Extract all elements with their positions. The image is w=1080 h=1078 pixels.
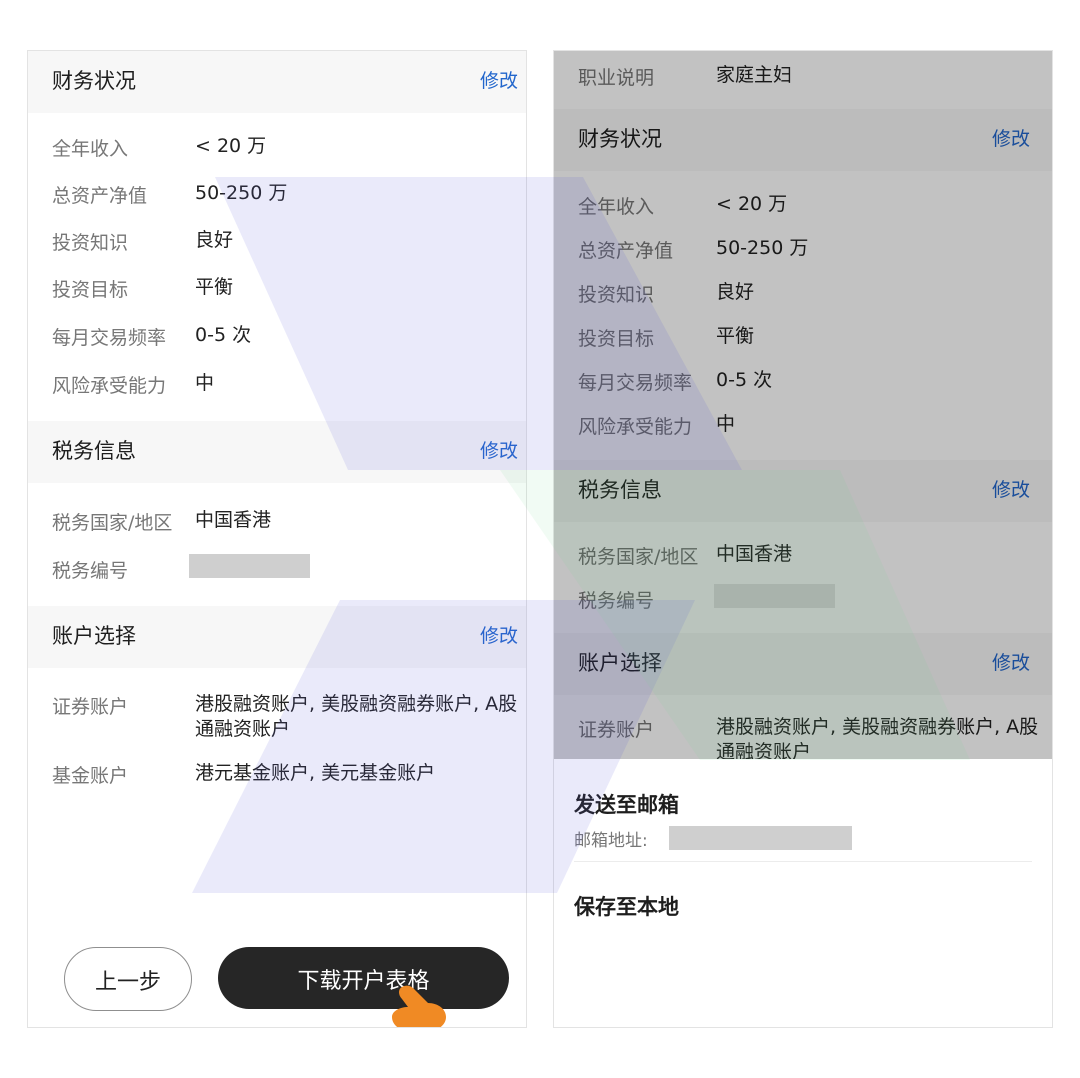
row-value: < 20 万 [195, 135, 267, 157]
email-address-label: 邮箱地址: [574, 831, 648, 851]
row-value: 中国香港 [195, 509, 272, 531]
redacted-tax-number [189, 554, 310, 578]
row-label: 税务编号 [52, 560, 129, 582]
info-row: 风险承受能力 中 [52, 371, 522, 401]
tax-section-title: 税务信息 [52, 439, 136, 463]
info-row: 全年收入 < 20 万 [52, 134, 522, 164]
row-value: 50-250 万 [195, 182, 288, 204]
row-value: 50-250 万 [716, 237, 809, 259]
row-value: 良好 [195, 229, 234, 251]
sheet-divider [574, 861, 1032, 862]
row-label: 全年收入 [578, 196, 655, 218]
tax-section-title: 税务信息 [578, 478, 662, 502]
row-label: 税务编号 [578, 590, 655, 612]
row-label: 投资目标 [52, 279, 129, 301]
finance-edit-link[interactable]: 修改 [480, 66, 518, 93]
row-value: 平衡 [716, 325, 755, 347]
info-row: 投资目标 平衡 [52, 275, 522, 305]
redacted-email [669, 826, 852, 850]
row-value: 平衡 [195, 276, 234, 298]
occupation-row: 职业说明 家庭主妇 [578, 63, 1048, 93]
previous-step-label: 上一步 [94, 970, 161, 995]
account-edit-link[interactable]: 修改 [480, 621, 518, 648]
finance-section-header: 财务状况 修改 [28, 51, 526, 113]
row-value: 中国香港 [716, 543, 793, 565]
info-row: 总资产净值 50-250 万 [578, 236, 1048, 266]
row-value: 港股融资账户, 美股融资融券账户, A股通融资账户 [195, 693, 518, 740]
account-section-header: 账户选择 修改 [28, 606, 526, 668]
row-value: 中 [716, 413, 736, 435]
save-locally-option[interactable]: 保存至本地 [574, 891, 679, 921]
row-value: 良好 [716, 281, 755, 303]
row-label: 投资目标 [578, 328, 655, 350]
left-screen: 财务状况 修改 全年收入 < 20 万 总资产净值 50-250 万 投资知识 … [27, 50, 527, 1028]
info-row: 全年收入 < 20 万 [578, 192, 1048, 222]
row-label: 税务国家/地区 [578, 546, 699, 568]
info-row: 每月交易频率 0-5 次 [52, 323, 522, 353]
row-value: 港股融资账户, 美股融资融券账户, A股通融资账户 [716, 716, 1039, 761]
row-value: < 20 万 [716, 193, 788, 215]
row-label: 证券账户 [578, 719, 655, 741]
info-row: 税务国家/地区 中国香港 [578, 542, 1048, 572]
row-label: 税务国家/地区 [52, 512, 173, 534]
row-value: 中 [195, 372, 215, 394]
row-label: 职业说明 [578, 67, 655, 89]
row-label: 全年收入 [52, 138, 129, 160]
row-label: 风险承受能力 [578, 416, 693, 438]
row-value: 0-5 次 [716, 369, 773, 391]
account-section-title: 账户选择 [52, 624, 136, 648]
info-row: 投资知识 良好 [52, 228, 522, 258]
tax-edit-link[interactable]: 修改 [992, 475, 1030, 502]
finance-section-title: 财务状况 [578, 127, 662, 151]
finance-section-title: 财务状况 [52, 69, 136, 93]
row-label: 总资产净值 [52, 185, 148, 207]
info-row: 证券账户 港股融资账户, 美股融资融券账户, A股通融资账户 [52, 692, 522, 748]
download-form-label: 下载开户表格 [297, 969, 430, 994]
row-label: 投资知识 [578, 284, 655, 306]
info-row: 证券账户 港股融资账户, 美股融资融券账户, A股通融资账户 [578, 715, 1048, 761]
send-to-email-option[interactable]: 发送至邮箱 [574, 789, 679, 819]
tap-hand-icon [392, 985, 446, 1027]
account-edit-link[interactable]: 修改 [992, 648, 1030, 675]
previous-step-button[interactable]: 上一步 [64, 947, 192, 1011]
account-section-header: 账户选择 修改 [554, 633, 1052, 695]
tax-edit-link[interactable]: 修改 [480, 436, 518, 463]
tax-section-header: 税务信息 修改 [554, 460, 1052, 522]
row-label: 证券账户 [52, 696, 129, 718]
row-label: 基金账户 [52, 765, 129, 787]
info-row: 税务编号 [52, 554, 522, 586]
row-value: 港元基金账户, 美元基金账户 [195, 762, 436, 784]
info-row: 税务国家/地区 中国香港 [52, 508, 522, 538]
account-section-title: 账户选择 [578, 651, 662, 675]
row-label: 总资产净值 [578, 240, 674, 262]
info-row: 总资产净值 50-250 万 [52, 181, 522, 211]
right-screen: 职业说明 家庭主妇 财务状况 修改 全年收入 < 20 万 总资产净值 50-2… [553, 50, 1053, 1028]
info-row: 每月交易频率 0-5 次 [578, 368, 1048, 398]
row-label: 投资知识 [52, 232, 129, 254]
row-label: 每月交易频率 [52, 327, 167, 349]
finance-section-header: 财务状况 修改 [554, 109, 1052, 171]
row-label: 风险承受能力 [52, 375, 167, 397]
redacted-tax-number [714, 584, 835, 608]
row-value: 家庭主妇 [716, 64, 793, 86]
info-row: 税务编号 [578, 584, 1048, 616]
info-row: 基金账户 港元基金账户, 美元基金账户 [52, 761, 522, 791]
finance-edit-link[interactable]: 修改 [992, 124, 1030, 151]
tax-section-header: 税务信息 修改 [28, 421, 526, 483]
download-form-button[interactable]: 下载开户表格 [218, 947, 509, 1009]
export-action-sheet: 发送至邮箱 邮箱地址: 保存至本地 [554, 759, 1052, 1027]
info-row: 投资知识 良好 [578, 280, 1048, 310]
row-value: 0-5 次 [195, 324, 252, 346]
row-label: 每月交易频率 [578, 372, 693, 394]
info-row: 投资目标 平衡 [578, 324, 1048, 354]
info-row: 风险承受能力 中 [578, 412, 1048, 442]
